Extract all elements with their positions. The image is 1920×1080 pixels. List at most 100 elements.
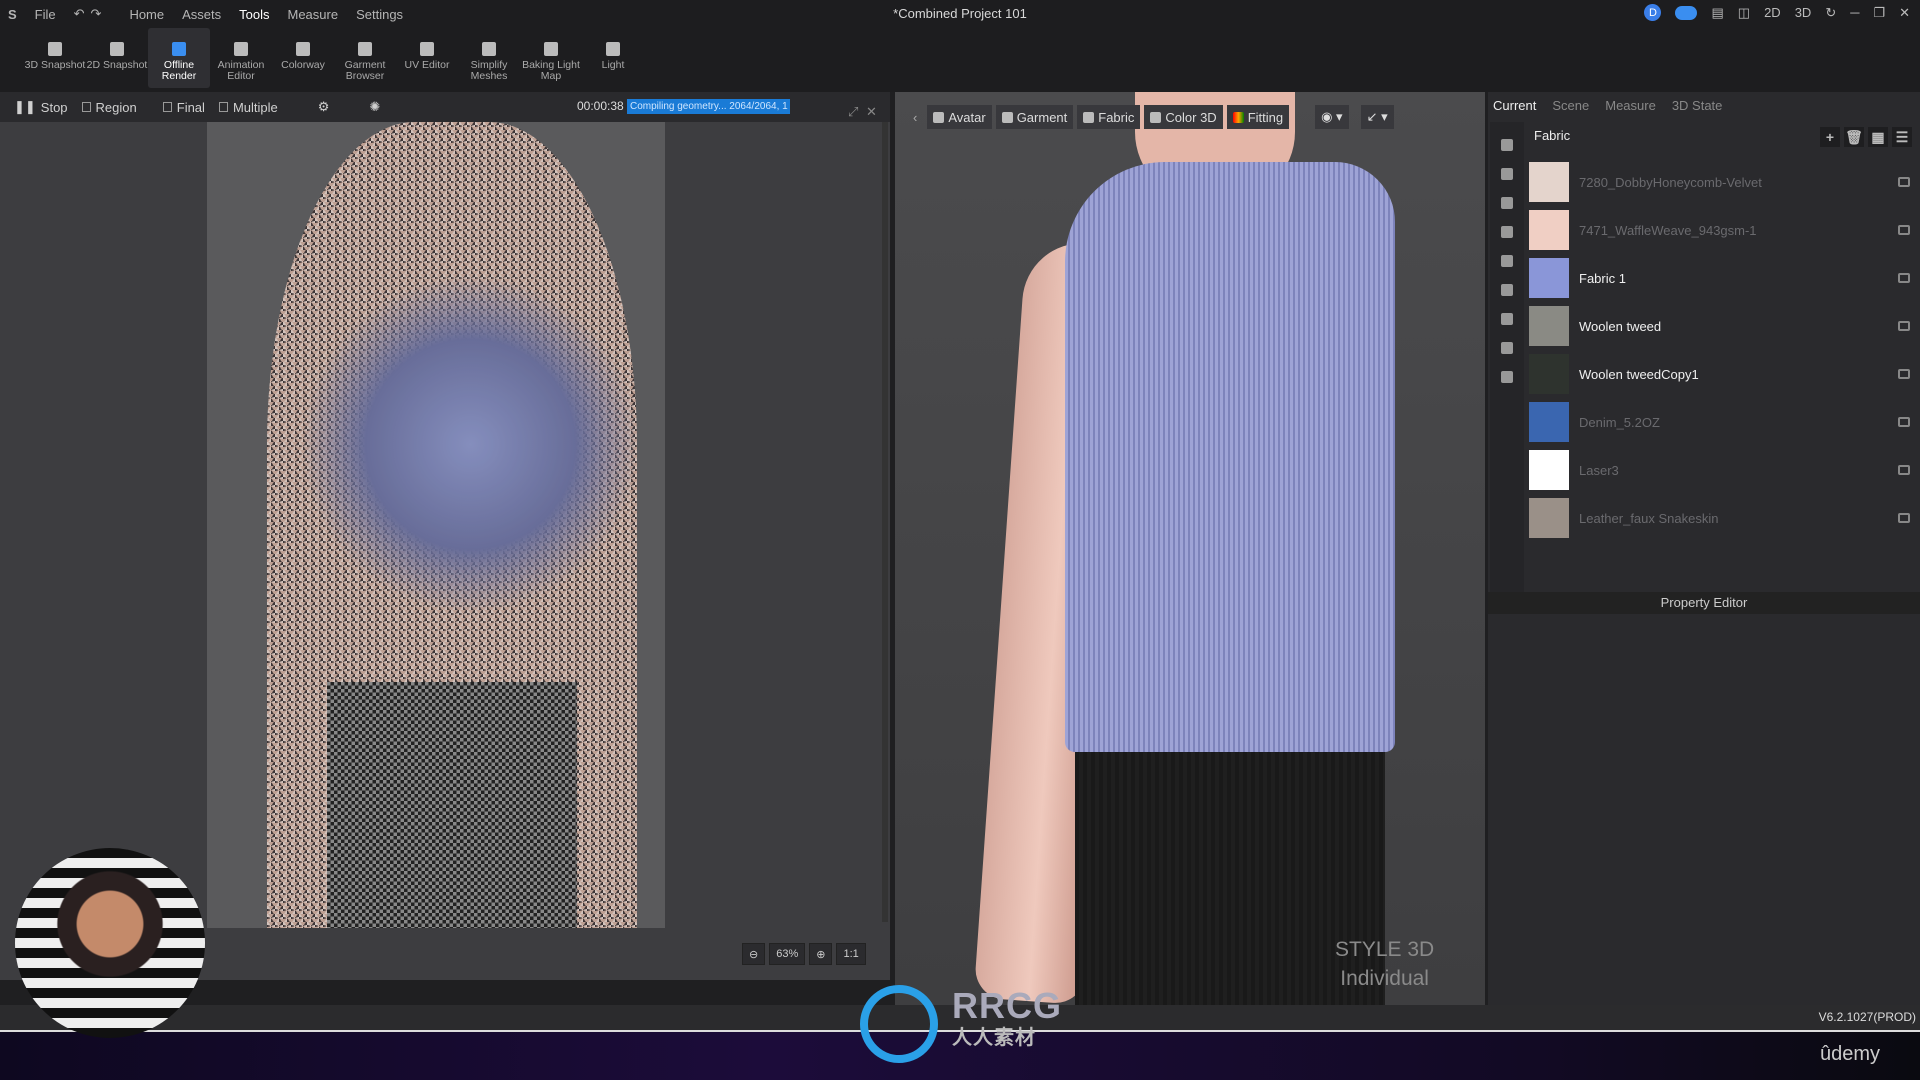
list-view-button[interactable]: ☰ <box>1892 127 1912 147</box>
topstitch-icon[interactable] <box>1501 284 1513 296</box>
menu-assets[interactable]: Assets <box>182 7 221 22</box>
layers-icon[interactable] <box>1898 321 1910 331</box>
layers-icon[interactable] <box>1898 225 1910 235</box>
fabric-item[interactable]: 7471_WaffleWeave_943gsm-1 <box>1526 206 1916 254</box>
fabric-tool[interactable]: Fabric <box>1077 105 1141 129</box>
render-progress: Compiling geometry... 2064/2064, 1 <box>627 99 790 114</box>
tool-2d-snapshot[interactable]: 2D Snapshot <box>86 28 148 88</box>
pause-icon: ❚❚ <box>14 99 36 114</box>
fabric-category-icon[interactable] <box>1501 139 1513 151</box>
fitting-tool[interactable]: Fitting <box>1226 105 1290 129</box>
menu-settings[interactable]: Settings <box>356 7 403 22</box>
redo-icon[interactable]: ↷ <box>91 6 102 22</box>
cloud-upload-icon[interactable] <box>1675 5 1698 20</box>
tool-baking-light-map[interactable]: Baking Light Map <box>520 28 582 88</box>
button-icon[interactable] <box>1501 197 1513 209</box>
trim-icon[interactable] <box>1501 168 1513 180</box>
fabric-item[interactable]: Fabric 1 <box>1526 254 1916 302</box>
fabric-item[interactable]: Laser3 <box>1526 446 1916 494</box>
tool-3d-snapshot[interactable]: 3D Snapshot <box>24 28 86 88</box>
tool-uv-editor[interactable]: UV Editor <box>396 28 458 88</box>
split-view-icon[interactable]: ◫ <box>1738 5 1750 21</box>
avatar-category-icon[interactable] <box>1501 371 1513 383</box>
menu-file[interactable]: File <box>35 7 56 22</box>
view-2d-button[interactable]: 2D <box>1764 5 1781 20</box>
fabric-item[interactable]: Denim_5.2OZ <box>1526 398 1916 446</box>
layers-icon[interactable] <box>1898 417 1910 427</box>
zoom-out-button[interactable]: ⊖ <box>742 943 766 965</box>
minimize-icon[interactable]: ─ <box>1850 5 1859 20</box>
layers-icon[interactable] <box>1898 465 1910 475</box>
color-3d-tool[interactable]: Color 3D <box>1144 105 1223 129</box>
seam-icon[interactable] <box>1501 313 1513 325</box>
multiple-icon <box>218 102 228 112</box>
undo-icon[interactable]: ↶ <box>74 6 85 22</box>
layers-icon[interactable] <box>1898 273 1910 283</box>
region-button[interactable]: Region <box>81 100 137 115</box>
tab-measure[interactable]: Measure <box>1605 98 1656 113</box>
menu-tools[interactable]: Tools <box>239 7 269 22</box>
play-dropdown[interactable]: ◉ ▾ <box>1315 105 1349 129</box>
view-3d-button[interactable]: 3D <box>1795 5 1812 20</box>
add-fabric-button[interactable]: + <box>1820 127 1840 147</box>
zipper-icon[interactable] <box>1501 255 1513 267</box>
fabric-name: Laser3 <box>1579 462 1619 478</box>
fabric-name: Fabric 1 <box>1579 270 1626 286</box>
garment-tool[interactable]: Garment <box>995 105 1074 129</box>
user-avatar[interactable]: D <box>1644 4 1662 21</box>
fabric-item[interactable]: 7280_DobbyHoneycomb-Velvet <box>1526 158 1916 206</box>
light-icon <box>606 42 620 56</box>
3d-viewport[interactable] <box>895 92 1485 1005</box>
tool-animation-editor[interactable]: Animation Editor <box>210 28 272 88</box>
fabric-item[interactable]: Woolen tweed <box>1526 302 1916 350</box>
collapse-icon[interactable]: ‹ <box>913 110 917 125</box>
buttonhole-icon[interactable] <box>1501 226 1513 238</box>
fabric-name: 7280_DobbyHoneycomb-Velvet <box>1579 174 1762 190</box>
close-icon[interactable]: ✕ <box>1899 5 1910 21</box>
brush-dropdown[interactable]: ↙ ▾ <box>1360 105 1394 129</box>
final-button[interactable]: Final <box>162 100 205 115</box>
uv-icon <box>420 42 434 56</box>
refresh-icon[interactable]: ↻ <box>1825 5 1836 21</box>
layers-icon[interactable] <box>1898 369 1910 379</box>
tool-offline-render[interactable]: Offline Render <box>148 28 210 88</box>
fabric-item[interactable]: Woolen tweedCopy1 <box>1526 350 1916 398</box>
render-settings-icon[interactable]: ⚙ <box>318 99 330 115</box>
garment-top[interactable] <box>1065 162 1395 752</box>
layers-icon[interactable] <box>1898 177 1910 187</box>
tool-garment-browser[interactable]: Garment Browser <box>334 28 396 88</box>
video-camera-icon <box>234 42 248 56</box>
delete-fabric-button[interactable]: 🗑 <box>1844 127 1864 147</box>
render-scrollbar[interactable] <box>882 122 888 922</box>
tab-current[interactable]: Current <box>1493 98 1536 113</box>
restore-icon[interactable]: ❐ <box>1873 5 1885 21</box>
menu-measure[interactable]: Measure <box>288 7 339 22</box>
tab-3d-state[interactable]: 3D State <box>1672 98 1723 113</box>
grid-view-button[interactable]: ▦ <box>1868 127 1888 147</box>
section-title: Fabric <box>1534 128 1571 143</box>
elastic-icon[interactable] <box>1501 342 1513 354</box>
tool-light[interactable]: Light <box>582 28 644 88</box>
tab-scene[interactable]: Scene <box>1552 98 1589 113</box>
tool-colorway[interactable]: Colorway <box>272 28 334 88</box>
layout-icon[interactable]: ▤ <box>1711 5 1723 21</box>
light-settings-icon[interactable]: ✺ <box>369 99 380 115</box>
app-logo[interactable]: S <box>8 7 17 22</box>
fabric-item[interactable]: Leather_faux Snakeskin <box>1526 494 1916 542</box>
multiple-button[interactable]: Multiple <box>218 100 278 115</box>
actual-size-button[interactable]: 1:1 <box>836 943 866 965</box>
menu-bar: S File ↶ ↷ Home Assets Tools Measure Set… <box>0 0 1920 28</box>
rrcg-logo-icon <box>860 985 938 1063</box>
tool-simplify-meshes[interactable]: Simplify Meshes <box>458 28 520 88</box>
zoom-in-button[interactable]: ⊕ <box>809 943 833 965</box>
zoom-level: 63% <box>769 943 806 965</box>
close-panel-icon[interactable]: ✕ <box>866 104 877 120</box>
stop-button[interactable]: ❚❚ Stop <box>14 99 68 115</box>
layers-icon[interactable] <box>1898 513 1910 523</box>
fabric-swatch <box>1529 498 1569 538</box>
avatar-tool[interactable]: Avatar <box>927 105 992 129</box>
menu-home[interactable]: Home <box>129 7 164 22</box>
fabric-actions: + 🗑 ▦ ☰ <box>1820 127 1912 147</box>
expand-icon[interactable]: ⤢ <box>848 104 858 120</box>
mesh-icon <box>482 42 496 56</box>
